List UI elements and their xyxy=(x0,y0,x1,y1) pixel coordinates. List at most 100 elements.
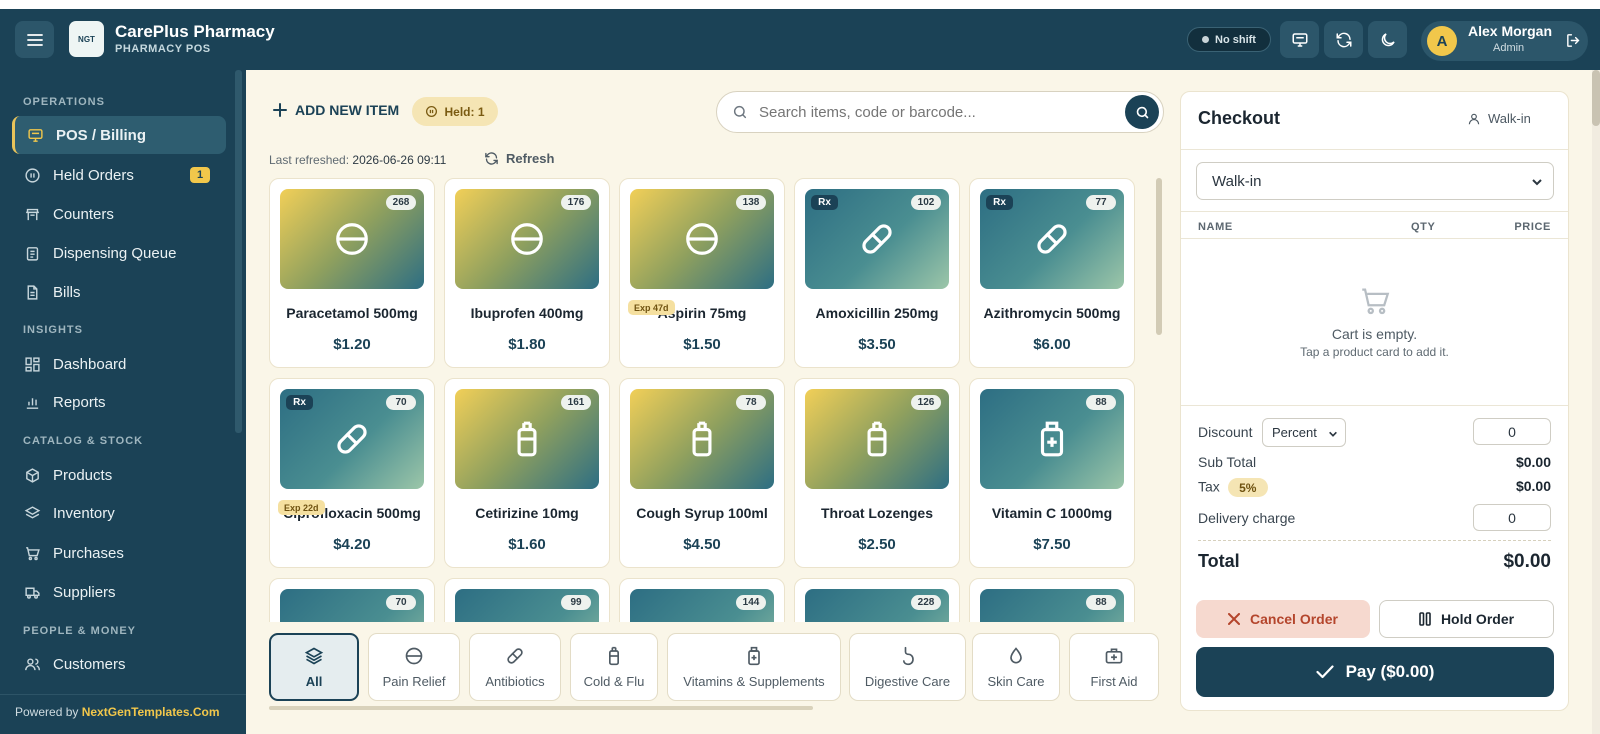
first-aid-icon xyxy=(1104,646,1124,666)
search-input[interactable] xyxy=(759,101,1109,123)
sidebar-item-purchases[interactable]: Purchases xyxy=(12,534,226,572)
page-scrollbar-thumb[interactable] xyxy=(1592,70,1600,126)
logout-button[interactable] xyxy=(1565,32,1582,49)
sidebar-item-counters[interactable]: Counters xyxy=(12,195,226,233)
discount-input[interactable]: 0 xyxy=(1473,418,1551,445)
sidebar-item-held-orders[interactable]: Held Orders 1 xyxy=(12,156,226,194)
product-price: $1.50 xyxy=(683,336,721,353)
category-tab-all[interactable]: All xyxy=(269,633,359,701)
rx-badge: Rx xyxy=(811,195,838,210)
subtotal-row: Sub Total $0.00 xyxy=(1198,454,1551,470)
logout-icon xyxy=(1567,34,1580,47)
product-card[interactable]: 77 Rx Azithromycin 500mg $6.00 xyxy=(969,178,1135,368)
refresh-button[interactable]: Refresh xyxy=(484,151,554,166)
sidebar-item-reports[interactable]: Reports xyxy=(12,383,226,421)
product-card[interactable]: 70 Rx Exp 22d Ciprofloxacin 500mg $4.20 xyxy=(269,378,435,568)
monitor-icon xyxy=(28,128,43,142)
category-tab-digestive-care[interactable]: Digestive Care xyxy=(849,633,966,701)
category-tab-vitamins-supplements[interactable]: Vitamins & Supplements xyxy=(667,633,841,701)
held-orders-pill[interactable]: Held: 1 xyxy=(412,97,498,126)
product-card[interactable]: 78 Cough Syrup 100ml $4.50 xyxy=(619,378,785,568)
tax-value: $0.00 xyxy=(1515,478,1551,494)
product-card[interactable]: 161 Cetirizine 10mg $1.60 xyxy=(444,378,610,568)
delivery-charge-input[interactable]: 0 xyxy=(1473,504,1551,531)
discount-type-select[interactable]: Percent xyxy=(1262,418,1346,447)
moon-icon xyxy=(1381,32,1395,46)
sidebar-item-dashboard[interactable]: Dashboard xyxy=(12,345,226,383)
tax-rate-badge: 5% xyxy=(1227,478,1268,497)
sidebar-item-suppliers[interactable]: Suppliers xyxy=(12,573,226,611)
product-name: Vitamin C 1000mg xyxy=(991,505,1113,521)
theme-toggle-button[interactable] xyxy=(1368,21,1407,58)
category-label: Skin Care xyxy=(987,673,1045,689)
hold-order-button[interactable]: Hold Order xyxy=(1379,600,1554,638)
expiry-badge: Exp 22d xyxy=(278,500,325,515)
customer-select[interactable]: Walk-in xyxy=(1196,162,1554,200)
customer-chip[interactable]: Walk-in xyxy=(1467,111,1531,126)
category-scrollbar[interactable] xyxy=(269,706,813,710)
footer-link[interactable]: NextGenTemplates.Com xyxy=(82,705,220,719)
shift-status-pill[interactable]: No shift xyxy=(1187,27,1271,52)
bottle-icon xyxy=(858,420,896,458)
user-name: Alex Morgan xyxy=(1468,23,1553,39)
product-card[interactable]: 88 Vitamin C 1000mg $7.50 xyxy=(969,378,1135,568)
sidebar-scrollbar[interactable] xyxy=(235,70,242,433)
droplet-icon xyxy=(1006,646,1026,666)
sidebar-item-products[interactable]: Products xyxy=(12,456,226,494)
divider xyxy=(1181,238,1568,239)
vitamin-bottle-icon xyxy=(744,646,764,666)
add-new-item-button[interactable]: ADD NEW ITEM xyxy=(273,102,399,118)
product-name: Paracetamol 500mg xyxy=(286,305,418,321)
product-card[interactable]: 70 xyxy=(269,578,435,622)
product-card[interactable]: 88 xyxy=(969,578,1135,622)
sidebar-item-dispensing-queue[interactable]: Dispensing Queue xyxy=(12,234,226,272)
layers-icon xyxy=(24,505,41,519)
stock-badge: 176 xyxy=(561,195,591,210)
user-menu[interactable]: A Alex Morgan Admin xyxy=(1421,21,1588,61)
stock-badge: 88 xyxy=(1086,595,1116,610)
search-submit-button[interactable] xyxy=(1125,95,1159,129)
category-tab-first-aid[interactable]: First Aid xyxy=(1069,633,1159,701)
checkout-panel: Checkout Walk-in Walk-in NAME QTY PRICE … xyxy=(1180,91,1569,711)
product-image: 144 xyxy=(630,589,774,622)
category-tab-skin-care[interactable]: Skin Care xyxy=(972,633,1060,701)
category-tab-cold-flu[interactable]: Cold & Flu xyxy=(570,633,658,701)
product-card[interactable]: 268 Paracetamol 500mg $1.20 xyxy=(269,178,435,368)
product-card[interactable]: 102 Rx Amoxicillin 250mg $3.50 xyxy=(794,178,960,368)
pay-button[interactable]: Pay ($0.00) xyxy=(1196,647,1554,697)
bottle-icon xyxy=(604,646,624,666)
product-price: $1.80 xyxy=(508,336,546,353)
tablet-icon xyxy=(683,220,721,258)
sidebar-item-pos-billing[interactable]: POS / Billing xyxy=(12,116,226,154)
product-grid-scrollbar[interactable] xyxy=(1156,178,1162,335)
user-icon xyxy=(1468,113,1480,124)
pause-circle-icon xyxy=(426,105,438,118)
window-top-strip xyxy=(0,0,1600,9)
menu-toggle-button[interactable] xyxy=(15,21,54,58)
rx-badge: Rx xyxy=(286,395,313,410)
divider xyxy=(1181,405,1568,406)
category-tab-antibiotics[interactable]: Antibiotics xyxy=(469,633,561,701)
product-card[interactable]: 126 Throat Lozenges $2.50 xyxy=(794,378,960,568)
cancel-order-button[interactable]: Cancel Order xyxy=(1196,600,1370,638)
stock-badge: 138 xyxy=(736,195,766,210)
stock-badge: 102 xyxy=(911,195,941,210)
page-scrollbar[interactable] xyxy=(1592,70,1600,734)
product-card[interactable]: 144 xyxy=(619,578,785,622)
category-tab-pain-relief[interactable]: Pain Relief xyxy=(368,633,460,701)
sync-button[interactable] xyxy=(1324,21,1363,58)
product-card[interactable]: 176 Ibuprofen 400mg $1.80 xyxy=(444,178,610,368)
customer-display-button[interactable] xyxy=(1280,21,1319,58)
sidebar-item-bills[interactable]: Bills xyxy=(12,273,226,311)
category-label: Cold & Flu xyxy=(583,673,645,689)
product-card[interactable]: 99 xyxy=(444,578,610,622)
sidebar-item-inventory[interactable]: Inventory xyxy=(12,494,226,532)
sidebar-item-customers[interactable]: Customers xyxy=(12,645,226,683)
product-card[interactable]: 138 Exp 47d Aspirin 75mg $1.50 xyxy=(619,178,785,368)
product-image: 88 xyxy=(980,589,1124,622)
section-people-money: PEOPLE & MONEY xyxy=(23,625,137,637)
product-card[interactable]: 228 xyxy=(794,578,960,622)
search-icon xyxy=(733,105,747,119)
product-name: Throat Lozenges xyxy=(820,505,933,521)
stock-badge: 88 xyxy=(1086,395,1116,410)
